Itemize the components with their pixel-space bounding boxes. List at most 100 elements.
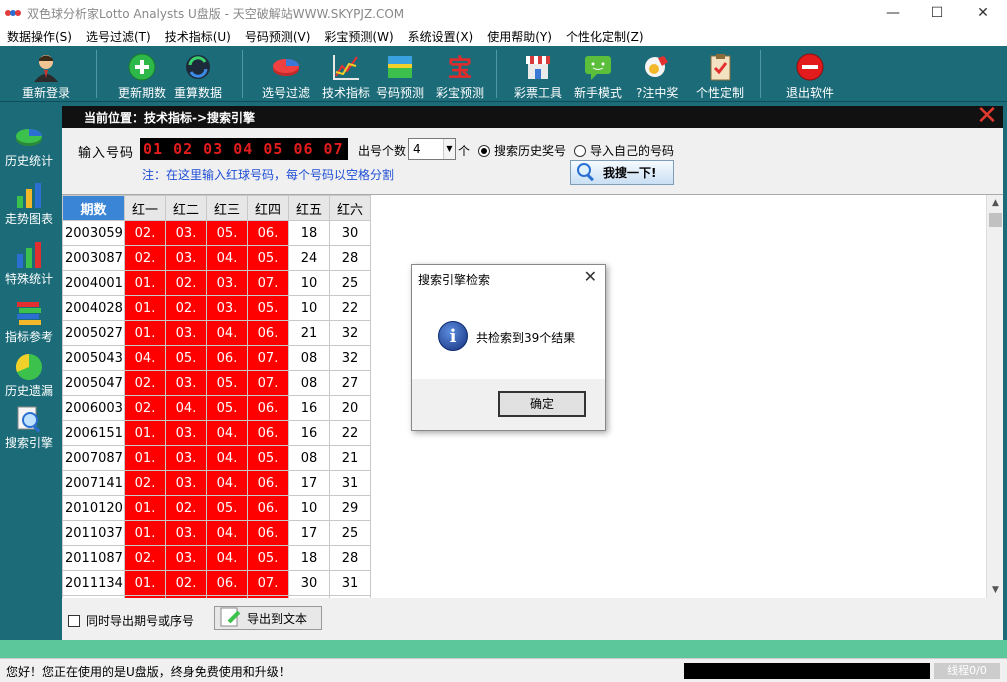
table-row[interactable]: 2004001 01. 02. 03. 07. 10 25: [62, 270, 371, 296]
maximize-button[interactable]: ☐: [914, 0, 960, 26]
number-cell: 05.: [206, 370, 248, 396]
export-period-checkbox[interactable]: 同时导出期号或序号: [68, 612, 194, 629]
disc-icon: [14, 352, 44, 382]
menu-filter[interactable]: 选号过滤(T): [79, 28, 158, 45]
table-row[interactable]: 2006151 01. 03. 04. 06. 16 22: [62, 420, 371, 446]
input-hint: 注：在这里输入红球号码，每个号码以空格分割: [142, 168, 395, 182]
pencil-icon: [219, 606, 243, 631]
column-header-red4[interactable]: 红四: [247, 195, 289, 221]
number-cell: 01.: [124, 520, 166, 546]
table-row[interactable]: 2007087 01. 03. 04. 05. 08 21: [62, 445, 371, 471]
number-input[interactable]: 01 02 03 04 05 06 07: [140, 138, 348, 160]
number-cell: 04.: [206, 470, 248, 496]
refresh-icon: [183, 52, 213, 82]
chevron-up-icon[interactable]: ▲: [987, 195, 1003, 212]
menu-caibao-predict[interactable]: 彩宝预测(W): [317, 28, 400, 45]
relogin-button[interactable]: 重新登录: [22, 52, 70, 102]
number-predict-button[interactable]: 号码预测: [376, 52, 424, 102]
column-header-red5[interactable]: 红五: [288, 195, 330, 221]
sidebar-item-history-stats[interactable]: 历史统计: [0, 122, 58, 169]
ok-button[interactable]: 确定: [498, 391, 586, 417]
menu-tech-index[interactable]: 技术指标(U): [158, 28, 238, 45]
number-cell: 05.: [206, 220, 248, 246]
status-message: 您好！您正在使用的是U盘版，终身免费使用和升级！: [6, 665, 291, 679]
column-header-red6[interactable]: 红六: [329, 195, 371, 221]
scrollbar-thumb[interactable]: [989, 213, 1002, 227]
landscape-icon: [385, 52, 415, 82]
sidebar-item-special[interactable]: 特殊统计: [0, 240, 58, 287]
stop-icon: [795, 52, 825, 82]
minimize-button[interactable]: —: [870, 0, 916, 26]
quit-button[interactable]: 退出软件: [786, 52, 834, 102]
menu-number-predict[interactable]: 号码预测(V): [238, 28, 318, 45]
panel-close-button[interactable]: ✕: [975, 103, 999, 129]
table-row[interactable]: 2006003 02. 04. 05. 06. 16 20: [62, 395, 371, 421]
number-cell: 04.: [206, 420, 248, 446]
table-row[interactable]: 2005047 02. 03. 05. 07. 08 27: [62, 370, 371, 396]
number-cell: 08: [288, 445, 330, 471]
customize-button[interactable]: 个性定制: [696, 52, 744, 102]
table-row[interactable]: 2004028 01. 02. 03. 05. 10 22: [62, 295, 371, 321]
panel-footer: 同时导出期号或序号 导出到文本: [62, 598, 1003, 640]
number-cell: 03.: [206, 295, 248, 321]
number-cell: 21: [329, 445, 371, 471]
dialog-title: 搜索引擎检索: [418, 273, 491, 287]
export-text-button[interactable]: 导出到文本: [214, 606, 322, 630]
table-row[interactable]: 2005027 01. 03. 04. 06. 21 32: [62, 320, 371, 346]
column-header-red3[interactable]: 红三: [206, 195, 248, 221]
user-icon: [31, 52, 61, 82]
table-row[interactable]: 2003059 02. 03. 05. 06. 18 30: [62, 220, 371, 246]
number-cell: 04.: [206, 320, 248, 346]
table-row[interactable]: 2005043 04. 05. 06. 07. 08 32: [62, 345, 371, 371]
table-row[interactable]: 2003087 02. 03. 04. 05. 24 28: [62, 245, 371, 271]
number-cell: 07.: [247, 570, 289, 596]
number-cell: 02.: [165, 570, 207, 596]
number-cell: 03.: [165, 370, 207, 396]
table-row[interactable]: 2007141 02. 03. 04. 06. 17 31: [62, 470, 371, 496]
number-cell: 10: [288, 295, 330, 321]
table-row[interactable]: 2011134 01. 02. 06. 07. 30 31: [62, 570, 371, 596]
prize-button[interactable]: ?注中奖: [636, 52, 678, 102]
sidebar-item-search[interactable]: 搜索引擎: [0, 404, 58, 451]
menu-help[interactable]: 使用帮助(Y): [480, 28, 559, 45]
app-logo-icon: [5, 7, 21, 19]
menu-data-ops[interactable]: 数据操作(S): [0, 28, 79, 45]
menu-settings[interactable]: 系统设置(X): [401, 28, 481, 45]
lottery-tools-button[interactable]: 彩票工具: [514, 52, 562, 102]
count-stepper[interactable]: 4 ▼: [408, 138, 456, 160]
toolbar-divider: [96, 50, 97, 98]
radio-search-history[interactable]: 搜索历史奖号: [478, 142, 566, 159]
count-label: 出号个数: [358, 144, 407, 158]
filter-button[interactable]: 选号过滤: [262, 52, 310, 102]
column-header-red1[interactable]: 红一: [124, 195, 166, 221]
novice-mode-button[interactable]: 新手模式: [574, 52, 622, 102]
column-header-red2[interactable]: 红二: [165, 195, 207, 221]
search-button[interactable]: 我搜一下!: [570, 160, 674, 185]
chevron-down-icon[interactable]: ▼: [987, 582, 1003, 598]
update-periods-button[interactable]: 更新期数: [118, 52, 166, 102]
sidebar-item-omission[interactable]: 历史遗漏: [0, 352, 58, 399]
column-header-period[interactable]: 期数: [62, 195, 125, 221]
table-row[interactable]: 2011037 01. 03. 04. 06. 17 25: [62, 520, 371, 546]
table-row[interactable]: 2010120 01. 02. 05. 06. 10 29: [62, 495, 371, 521]
caibao-predict-button[interactable]: 宝 彩宝预测: [436, 52, 484, 102]
period-cell: 2004028: [62, 295, 125, 321]
radio-import-own[interactable]: 导入自己的号码: [574, 142, 674, 159]
vertical-scrollbar[interactable]: ▲ ▼: [986, 195, 1003, 598]
treasure-icon: 宝: [445, 52, 475, 82]
period-cell: 2006003: [62, 395, 125, 421]
close-window-button[interactable]: ✕: [960, 0, 1006, 26]
table-row[interactable]: 2011087 02. 03. 04. 05. 18 28: [62, 545, 371, 571]
sidebar-item-trend[interactable]: 走势图表: [0, 180, 58, 227]
period-cell: 2003059: [62, 220, 125, 246]
number-cell: 03.: [165, 245, 207, 271]
menu-customize[interactable]: 个性化定制(Z): [559, 28, 651, 45]
dialog-close-button[interactable]: ✕: [584, 267, 597, 286]
number-cell: 03.: [165, 420, 207, 446]
number-cell: 03.: [206, 270, 248, 296]
tech-index-button[interactable]: 技术指标: [322, 52, 370, 102]
sidebar-item-index[interactable]: 指标参考: [0, 298, 58, 345]
period-cell: 2005027: [62, 320, 125, 346]
chevron-down-icon[interactable]: ▼: [443, 139, 455, 159]
recalc-button[interactable]: 重算数据: [174, 52, 222, 102]
